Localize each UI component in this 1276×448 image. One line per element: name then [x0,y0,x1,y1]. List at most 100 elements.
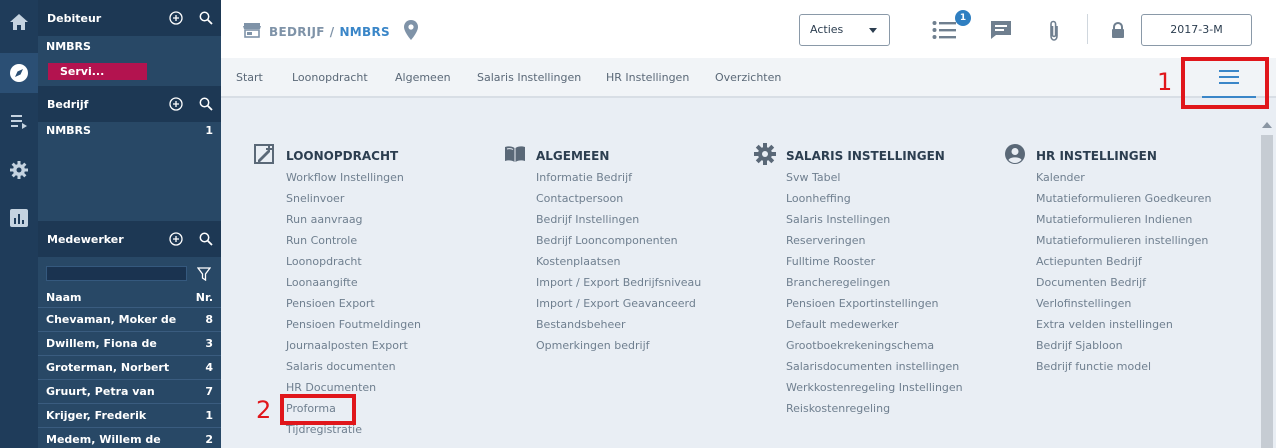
menu-item[interactable]: Werkkostenregeling Instellingen [786,381,963,402]
lock-icon[interactable] [1111,22,1125,38]
menu-item[interactable]: Grootboekrekeningschema [786,339,963,360]
menu-item[interactable]: Run Controle [286,234,421,255]
menu-item[interactable]: Pensioen Exportinstellingen [786,297,963,318]
menu-item[interactable]: Fulltime Rooster [786,255,963,276]
menu-item[interactable]: Documenten Bedrijf [1036,276,1211,297]
add-medewerker-icon[interactable] [161,232,191,246]
scroll-up-arrow[interactable] [1262,122,1272,128]
annotation-number-2: 2 [256,396,272,424]
menu-item[interactable]: Contactpersoon [536,192,701,213]
add-bedrijf-icon[interactable] [161,97,191,111]
location-pin-icon[interactable] [403,20,418,43]
menu-item[interactable]: Actiepunten Bedrijf [1036,255,1211,276]
tab-hr-instellingen[interactable]: HR Instellingen [606,71,689,84]
table-row[interactable]: Groterman, Norbert 4 [38,355,221,377]
menu-item[interactable]: Mutatieformulieren instellingen [1036,234,1211,255]
column-header-nr[interactable]: Nr. [196,291,213,304]
medewerker-filter-input[interactable] [46,266,187,281]
period-selector-button[interactable]: 2017-3-M [1141,14,1252,46]
menu-item[interactable]: Kalender [1036,171,1211,192]
table-row[interactable]: Medem, Willem de 2 [38,427,221,448]
gear-icon [754,143,776,169]
chevron-down-icon [869,28,877,33]
salaris-items: Svw Tabel Loonheffing Salaris Instelling… [786,171,963,423]
menu-item[interactable]: Bedrijf Looncomponenten [536,234,701,255]
add-debiteur-icon[interactable] [161,11,191,25]
chart-icon[interactable] [0,198,38,238]
algemeen-items: Informatie Bedrijf Contactpersoon Bedrij… [536,171,701,360]
tab-overzichten[interactable]: Overzichten [715,71,781,84]
acties-dropdown[interactable]: Acties [799,14,890,46]
menu-item[interactable]: Verlofinstellingen [1036,297,1211,318]
menu-item[interactable]: Bedrijf functie model [1036,360,1211,381]
employee-name: Dwillem, Fiona de [46,337,157,350]
list-icon[interactable] [0,101,38,141]
tab-start[interactable]: Start [236,71,263,84]
menu-item[interactable]: Extra velden instellingen [1036,318,1211,339]
debiteur-name[interactable]: NMBRS [46,40,91,53]
menu-item[interactable]: Tijdregistratie [286,423,421,444]
menu-item[interactable]: Brancheregelingen [786,276,963,297]
menu-item[interactable]: Default medewerker [786,318,963,339]
menu-item[interactable]: Snelinvoer [286,192,421,213]
column-header-naam[interactable]: Naam [46,291,82,304]
menu-item[interactable]: Bedrijf Sjabloon [1036,339,1211,360]
paperclip-icon[interactable] [1047,20,1061,42]
menu-item[interactable]: Journaalposten Export [286,339,421,360]
menu-item[interactable]: Salarisdocumenten instellingen [786,360,963,381]
search-debiteur-icon[interactable] [191,11,221,25]
algemeen-title[interactable]: ALGEMEEN [536,149,609,163]
menu-item[interactable]: Salaris documenten [286,360,421,381]
tab-bar: Start Loonopdracht Algemeen Salaris Inst… [221,58,1276,98]
salaris-title[interactable]: SALARIS INSTELLINGEN [786,149,945,163]
debiteur-badge[interactable]: Servi... [48,63,147,80]
menu-item[interactable]: Reserveringen [786,234,963,255]
table-row[interactable]: Dwillem, Fiona de 3 [38,331,221,353]
search-bedrijf-icon[interactable] [191,97,221,111]
menu-item[interactable]: Svw Tabel [786,171,963,192]
menu-item[interactable]: Workflow Instellingen [286,171,421,192]
task-list-icon[interactable] [932,20,956,40]
bedrijf-name[interactable]: NMBRS [46,124,91,137]
table-row[interactable]: Krijger, Frederik 1 [38,403,221,425]
menu-item[interactable]: Loonheffing [786,192,963,213]
tab-loonopdracht[interactable]: Loonopdracht [292,71,368,84]
table-row[interactable]: Chevaman, Moker de 8 [38,307,221,329]
hr-title[interactable]: HR INSTELLINGEN [1036,149,1157,163]
menu-item[interactable]: Run aanvraag [286,213,421,234]
menu-item[interactable]: Pensioen Export [286,297,421,318]
home-icon[interactable] [0,2,38,42]
menu-item[interactable]: Loonopdracht [286,255,421,276]
search-medewerker-icon[interactable] [191,232,221,246]
menu-item[interactable]: Opmerkingen bedrijf [536,339,701,360]
loonopdracht-title[interactable]: LOONOPDRACHT [286,149,398,163]
menu-item[interactable]: Mutatieformulieren Indienen [1036,213,1211,234]
menu-item[interactable]: Bestandsbeheer [536,318,701,339]
employee-name: Chevaman, Moker de [46,313,177,326]
tab-salaris-instellingen[interactable]: Salaris Instellingen [477,71,581,84]
menu-item[interactable]: Pensioen Foutmeldingen [286,318,421,339]
compass-icon[interactable] [0,53,38,93]
loonopdracht-heading: LOONOPDRACHT [254,144,398,166]
menu-item[interactable]: Import / Export Bedrijfsniveau [536,276,701,297]
menu-item[interactable]: Bedrijf Instellingen [536,213,701,234]
menu-item[interactable]: Kostenplaatsen [536,255,701,276]
menu-item[interactable]: Import / Export Geavanceerd [536,297,701,318]
employee-nr: 7 [205,385,213,398]
hr-items: Kalender Mutatieformulieren Goedkeuren M… [1036,171,1211,381]
menu-item[interactable]: Loonaangifte [286,276,421,297]
table-row[interactable]: Gruurt, Petra van 7 [38,379,221,401]
gear-icon[interactable] [0,150,38,190]
message-icon[interactable] [990,20,1012,40]
filter-icon[interactable] [196,266,212,285]
menu-column-loonopdracht: LOONOPDRACHT Workflow Instellingen Sneli… [254,144,421,436]
breadcrumb-company-name[interactable]: NMBRS [339,25,390,39]
employee-name: Gruurt, Petra van [46,385,155,398]
menu-item[interactable]: Informatie Bedrijf [536,171,701,192]
breadcrumb-company-label[interactable]: BEDRIJF [269,25,325,39]
tab-algemeen[interactable]: Algemeen [395,71,451,84]
menu-item[interactable]: Salaris Instellingen [786,213,963,234]
scrollbar-thumb[interactable] [1261,135,1273,448]
menu-item[interactable]: Mutatieformulieren Goedkeuren [1036,192,1211,213]
menu-item[interactable]: Reiskostenregeling [786,402,963,423]
